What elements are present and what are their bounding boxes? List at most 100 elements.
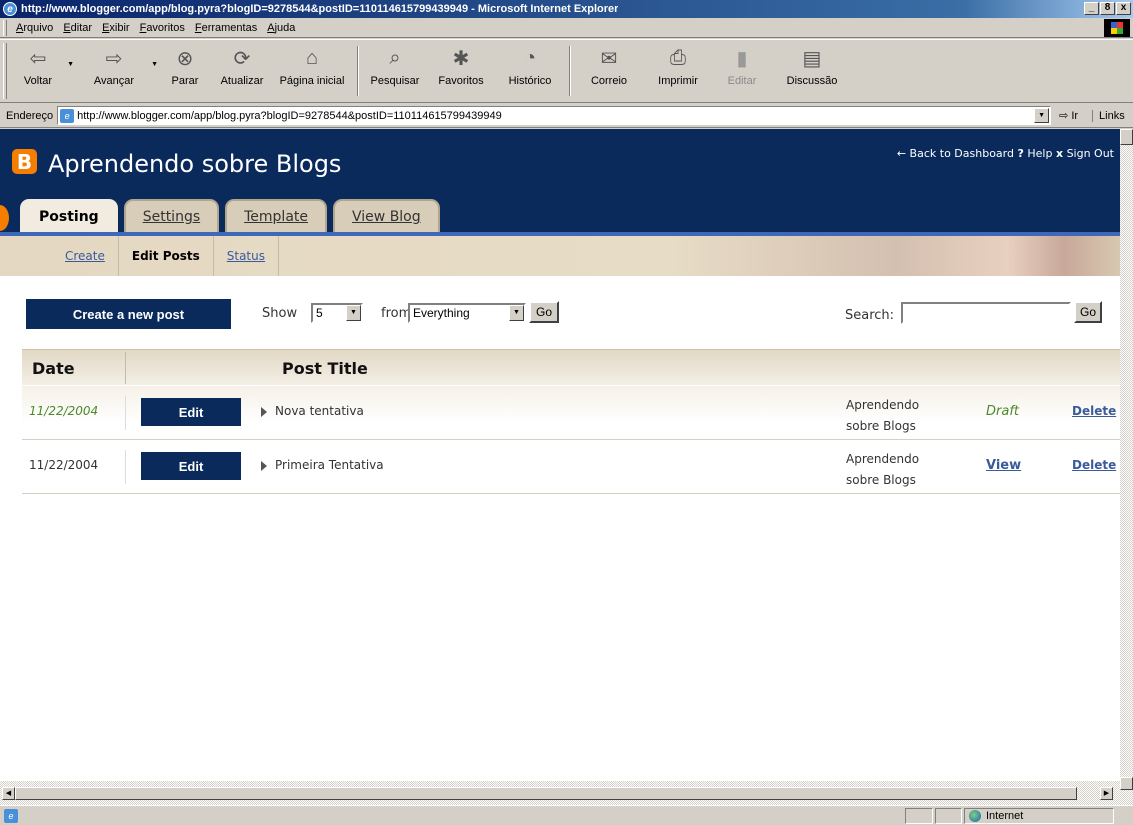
menu-editar[interactable]: Editar	[58, 22, 97, 34]
go-button[interactable]: ⇨ Ir	[1059, 109, 1079, 123]
stop-button[interactable]: ⊗ Parar	[157, 43, 213, 99]
favorites-button[interactable]: ✱ Favoritos	[427, 43, 495, 99]
scroll-right-arrow-icon[interactable]: ▶	[1100, 787, 1113, 800]
menu-exibir[interactable]: Exibir	[97, 22, 135, 34]
post-blog-name-line1: Aprendendo	[846, 452, 920, 466]
menu-ajuda[interactable]: Ajuda	[262, 22, 300, 34]
subnav-status[interactable]: Status	[214, 236, 279, 276]
menu-ferramentas[interactable]: Ferramentas	[190, 22, 262, 34]
globe-icon	[969, 810, 981, 822]
print-icon: ⎙	[670, 46, 686, 69]
refresh-button[interactable]: ⟳ Atualizar	[213, 43, 271, 99]
refresh-icon: ⟳	[233, 47, 251, 70]
show-count-select[interactable]: 5 ▼	[311, 303, 363, 323]
search-button[interactable]: ⌕ Pesquisar	[363, 43, 427, 99]
print-label: Imprimir	[658, 75, 698, 87]
from-label: from	[381, 306, 412, 321]
post-title[interactable]: Primeira Tentativa	[275, 458, 384, 472]
minimize-button[interactable]: _	[1084, 2, 1099, 15]
tab-template[interactable]: Template	[225, 199, 328, 233]
header-divider	[125, 352, 126, 384]
favorites-icon: ✱	[452, 47, 470, 70]
address-label: Endereço	[6, 109, 54, 122]
zone-label: Internet	[986, 810, 1024, 822]
edit-post-button[interactable]: Edit	[141, 398, 241, 426]
history-button[interactable]: ◔ Histórico	[495, 43, 565, 99]
expand-triangle-icon[interactable]	[261, 407, 267, 417]
close-button[interactable]: x	[1116, 2, 1131, 15]
filter-go-button[interactable]: Go	[529, 301, 559, 323]
menu-arquivo[interactable]: Arquivo	[11, 22, 58, 34]
menu-favoritos[interactable]: Favoritos	[135, 22, 190, 34]
delete-post-link[interactable]: Delete	[1072, 458, 1116, 472]
from-filter-dropdown-icon[interactable]: ▼	[509, 305, 524, 321]
subnav-create[interactable]: Create	[52, 236, 119, 276]
links-button[interactable]: Links	[1092, 109, 1125, 122]
blogger-header: B Aprendendo sobre Blogs ← Back to Dashb…	[0, 129, 1120, 233]
from-filter-value: Everything	[413, 306, 470, 320]
horizontal-scroll-thumb[interactable]	[15, 787, 1077, 800]
posts-controls: Create a new post Show 5 ▼ from Everythi…	[26, 299, 1106, 329]
back-to-dashboard-link[interactable]: ← Back to Dashboard	[897, 147, 1014, 160]
vertical-scrollbar[interactable]	[1120, 129, 1133, 805]
back-button[interactable]: ⇦ Voltar ▼	[11, 43, 74, 99]
post-title-column-header[interactable]: Post Title	[282, 359, 368, 378]
vertical-scroll-thumb[interactable]	[1120, 129, 1133, 145]
back-dropdown-icon[interactable]: ▼	[67, 61, 74, 68]
forward-button[interactable]: ⇨ Avançar ▼	[79, 43, 158, 99]
mail-button[interactable]: ✉ Correio	[575, 43, 643, 99]
post-blog-name-line2: sobre Blogs	[846, 419, 916, 433]
home-button[interactable]: ⌂ Página inicial	[271, 43, 353, 99]
edit-button[interactable]: ▮ Editar	[713, 43, 771, 99]
stop-icon: ⊗	[176, 47, 194, 70]
show-count-dropdown-icon[interactable]: ▼	[346, 305, 361, 321]
edit-label: Editar	[727, 75, 757, 87]
horizontal-scrollbar[interactable]: ◀ ▶	[0, 781, 1120, 805]
main-tabs: Posting Settings Template View Blog	[20, 199, 440, 233]
mail-icon: ✉	[600, 47, 618, 70]
history-icon: ◔	[523, 46, 537, 69]
refresh-label: Atualizar	[220, 75, 264, 87]
tab-view-blog[interactable]: View Blog	[333, 199, 440, 233]
view-post-link[interactable]: View	[986, 458, 1021, 473]
subnav-edit-posts[interactable]: Edit Posts	[119, 236, 214, 276]
search-label: Pesquisar	[370, 75, 420, 87]
discussion-label: Discussão	[786, 75, 838, 87]
show-label: Show	[262, 306, 298, 321]
address-url[interactable]: http://www.blogger.com/app/blog.pyra?blo…	[77, 110, 502, 122]
menu-grip[interactable]	[3, 19, 7, 36]
maximize-button[interactable]: 8	[1100, 2, 1115, 15]
scroll-left-arrow-icon[interactable]: ◀	[2, 787, 15, 800]
delete-post-link[interactable]: Delete	[1072, 404, 1116, 418]
forward-arrow-icon: ⇨	[105, 47, 123, 70]
edit-post-button[interactable]: Edit	[141, 452, 241, 480]
scroll-down-arrow-icon[interactable]	[1120, 777, 1133, 790]
date-column-header[interactable]: Date	[32, 359, 75, 378]
blogger-logo-icon[interactable]: B	[12, 149, 37, 174]
search-go-button[interactable]: Go	[1074, 301, 1102, 323]
search-input[interactable]	[901, 302, 1071, 324]
discussion-button[interactable]: ▤ Discussão	[771, 43, 853, 99]
print-button[interactable]: ⎙ Imprimir	[643, 43, 713, 99]
go-label: Ir	[1071, 109, 1079, 122]
help-link[interactable]: Help	[1027, 147, 1052, 160]
tab-settings[interactable]: Settings	[123, 199, 220, 233]
title-bar: e http://www.blogger.com/app/blog.pyra?b…	[0, 0, 1133, 18]
go-arrow-icon: ⇨	[1059, 110, 1069, 122]
status-bar: e Internet	[0, 805, 1133, 825]
decorative-dot	[0, 205, 9, 231]
create-new-post-button[interactable]: Create a new post	[26, 299, 231, 329]
help-icon: ?	[1017, 147, 1024, 160]
page-viewport: B Aprendendo sobre Blogs ← Back to Dashb…	[0, 129, 1120, 781]
post-title[interactable]: Nova tentativa	[275, 404, 364, 418]
expand-triangle-icon[interactable]	[261, 461, 267, 471]
tab-posting[interactable]: Posting	[20, 199, 118, 233]
security-zone: Internet	[964, 808, 1114, 824]
post-blog-name-line1: Aprendendo	[846, 398, 920, 412]
toolbar-grip[interactable]	[3, 43, 7, 99]
from-filter-select[interactable]: Everything ▼	[408, 303, 526, 323]
address-input[interactable]: e http://www.blogger.com/app/blog.pyra?b…	[57, 106, 1052, 125]
sign-out-link[interactable]: Sign Out	[1067, 147, 1114, 160]
window-title: http://www.blogger.com/app/blog.pyra?blo…	[21, 3, 619, 15]
address-dropdown-icon[interactable]: ▼	[1034, 108, 1050, 123]
